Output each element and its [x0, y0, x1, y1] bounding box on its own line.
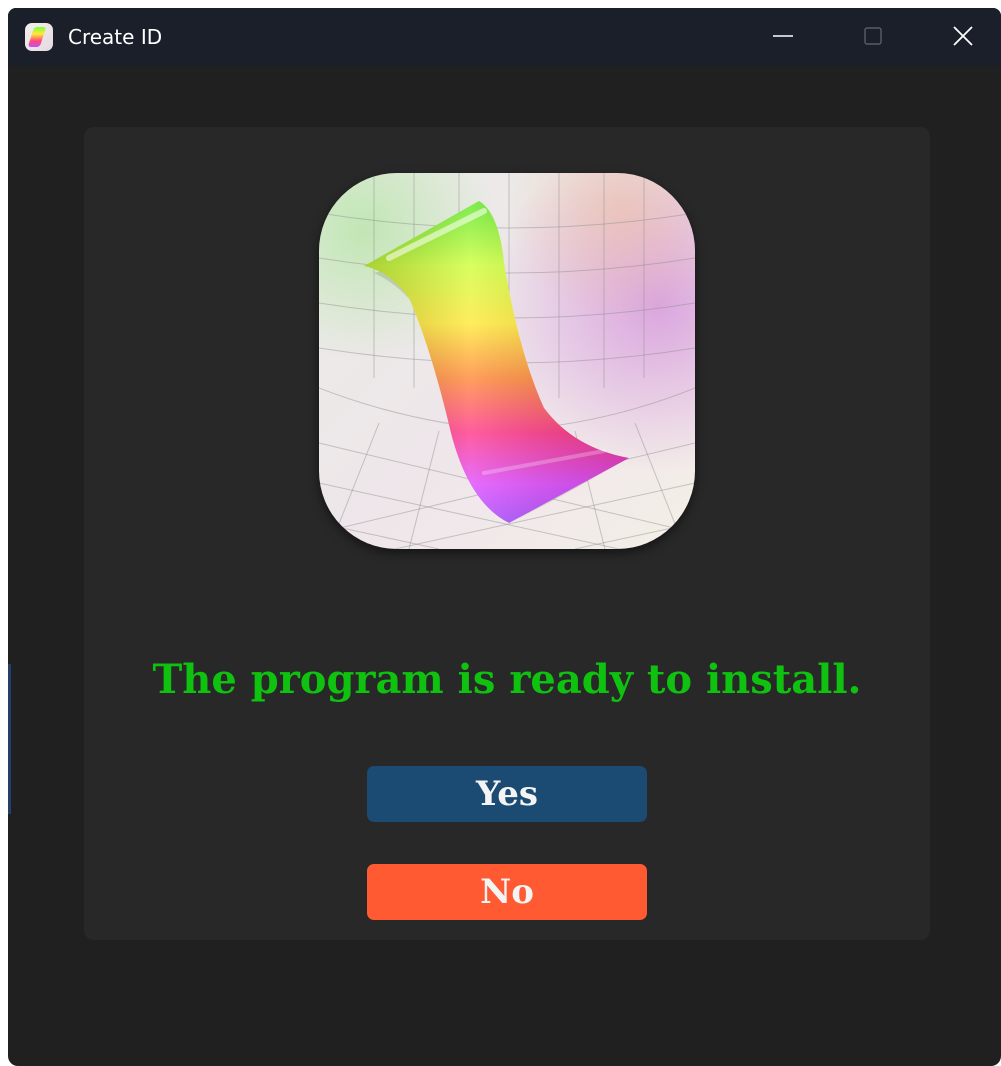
minimize-icon [773, 35, 793, 37]
app-icon [25, 23, 53, 51]
close-icon [953, 26, 973, 46]
maximize-button[interactable] [850, 16, 896, 56]
window-title: Create ID [68, 25, 163, 49]
maximize-icon [864, 27, 882, 45]
minimize-button[interactable] [760, 16, 806, 56]
window-edge-accent [8, 664, 11, 814]
yes-button[interactable]: Yes [367, 766, 647, 822]
close-button[interactable] [940, 16, 986, 56]
install-ready-message: The program is ready to install. [152, 656, 862, 703]
installer-window: Create ID The program is ready to instal… [8, 8, 1001, 1066]
title-bar[interactable]: Create ID [8, 8, 1001, 66]
content-panel: The program is ready to install. Yes No [84, 127, 930, 940]
graphing-ribbon-logo-icon [319, 173, 695, 549]
no-button[interactable]: No [367, 864, 647, 920]
